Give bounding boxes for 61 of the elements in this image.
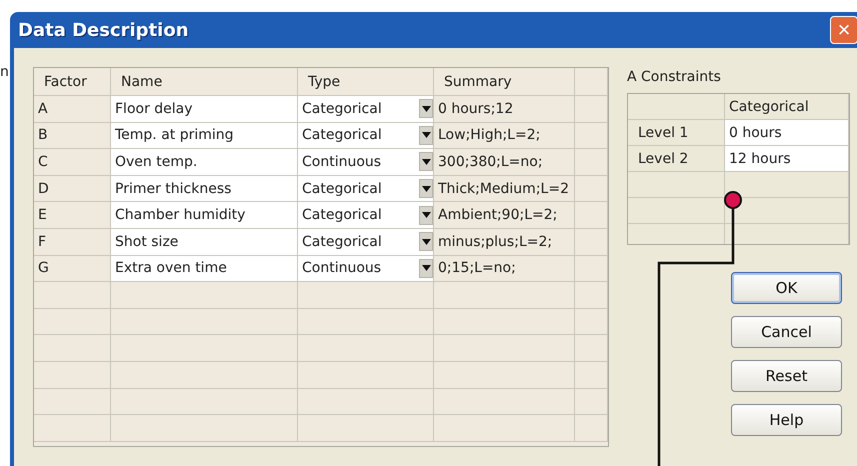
table-cell bbox=[575, 122, 608, 150]
value-field[interactable]: 0 hours bbox=[725, 120, 849, 146]
caret-icon bbox=[422, 238, 430, 245]
name-field[interactable]: Primer thickness bbox=[111, 176, 298, 202]
table-cell: Thick;Medium;L=2 bbox=[434, 176, 575, 202]
dropdown-button[interactable] bbox=[419, 206, 433, 225]
table-cell bbox=[575, 335, 608, 362]
column-header[interactable]: Summary bbox=[434, 68, 575, 96]
dropdown-button[interactable] bbox=[419, 152, 433, 172]
table-cell bbox=[575, 96, 608, 123]
type-value: Categorical bbox=[302, 234, 382, 250]
name-field[interactable]: Chamber humidity bbox=[111, 202, 298, 229]
table-cell bbox=[575, 149, 608, 176]
dropdown-button[interactable] bbox=[419, 232, 433, 252]
caret-icon bbox=[422, 212, 430, 218]
name-field[interactable]: Floor delay bbox=[111, 96, 298, 123]
table-cell: minus;plus;L=2; bbox=[434, 228, 575, 256]
table-cell bbox=[575, 282, 608, 309]
caret-icon bbox=[422, 158, 430, 165]
type-value: Continuous bbox=[302, 154, 382, 170]
table-cell: Low;High;L=2; bbox=[434, 122, 575, 150]
table-cell bbox=[575, 228, 608, 256]
callout-dot bbox=[724, 191, 742, 209]
dialog-button[interactable]: Help bbox=[731, 404, 842, 436]
window-title: Data Description bbox=[18, 20, 189, 40]
table-cell bbox=[575, 362, 608, 389]
table-cell: Ambient;90;L=2; bbox=[434, 202, 575, 229]
table-cell bbox=[575, 256, 608, 282]
table-cell: 0 hours;12 bbox=[434, 96, 575, 123]
dropdown-button[interactable] bbox=[419, 179, 433, 198]
name-field[interactable]: Oven temp. bbox=[111, 149, 298, 176]
table-cell bbox=[575, 308, 608, 336]
caret-icon bbox=[422, 186, 430, 192]
table-cell bbox=[575, 415, 608, 442]
caret-icon bbox=[422, 132, 430, 138]
table-cell: 300;380;L=no; bbox=[434, 149, 575, 176]
dialog-button[interactable]: OK bbox=[731, 272, 842, 304]
type-value: Categorical bbox=[302, 207, 382, 224]
value-field[interactable]: 12 hours bbox=[725, 146, 849, 172]
name-field[interactable]: Temp. at priming bbox=[111, 122, 298, 150]
type-value: Continuous bbox=[302, 260, 382, 276]
type-value: Categorical bbox=[302, 127, 382, 144]
panel-title: A Constraints bbox=[627, 69, 722, 87]
table-cell bbox=[575, 388, 608, 416]
name-field[interactable]: Shot size bbox=[111, 228, 298, 256]
column-header[interactable]: Factor bbox=[34, 68, 111, 96]
type-value: Categorical bbox=[302, 180, 382, 197]
table-cell bbox=[575, 176, 608, 202]
table-cell: 0;15;L=no; bbox=[434, 256, 575, 282]
dropdown-button[interactable] bbox=[419, 126, 433, 145]
name-field[interactable]: Extra oven time bbox=[111, 256, 298, 282]
dropdown-button[interactable] bbox=[419, 258, 433, 278]
background-text: n bbox=[0, 64, 9, 80]
dropdown-button[interactable] bbox=[419, 99, 433, 118]
type-value: Categorical bbox=[302, 100, 382, 117]
dialog-button[interactable]: Cancel bbox=[731, 316, 842, 348]
caret-icon bbox=[422, 106, 430, 112]
dialog-button[interactable]: Reset bbox=[731, 360, 842, 392]
table-cell bbox=[575, 68, 608, 96]
table-cell bbox=[575, 202, 608, 229]
caret-icon bbox=[422, 265, 430, 272]
